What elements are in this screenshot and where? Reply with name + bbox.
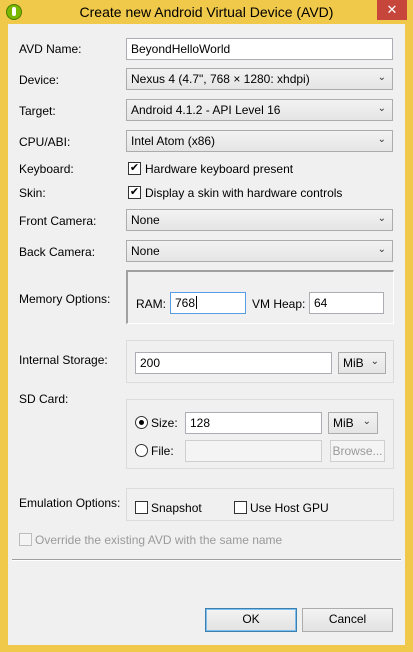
dialog-body: AVD Name: BeyondHelloWorld Device: Nexus… [8, 24, 405, 645]
internal-storage-unit-select[interactable]: MiB ⌄ [338, 352, 386, 374]
sd-file-input[interactable] [185, 440, 322, 462]
skin-checkbox-label[interactable]: Display a skin with hardware controls [145, 186, 342, 200]
skin-label: Skin: [19, 186, 46, 200]
override-label[interactable]: Override the existing AVD with the same … [35, 533, 282, 547]
chevron-down-icon: ⌄ [370, 356, 379, 367]
keyboard-checkbox[interactable]: ✔ [128, 162, 141, 175]
vm-heap-value: 64 [314, 296, 328, 310]
vm-heap-input[interactable]: 64 [309, 292, 384, 314]
snapshot-label[interactable]: Snapshot [151, 501, 202, 515]
front-camera-label: Front Camera: [19, 214, 97, 228]
close-button[interactable]: ✕ [377, 0, 407, 20]
chevron-down-icon: ⌄ [377, 103, 386, 114]
snapshot-checkbox[interactable] [135, 501, 148, 514]
sd-file-radio[interactable] [135, 444, 148, 457]
ok-button[interactable]: OK [205, 608, 297, 632]
cpu-abi-label: CPU/ABI: [19, 135, 71, 149]
front-camera-value: None [131, 213, 160, 227]
chevron-down-icon: ⌄ [377, 213, 386, 224]
sd-size-value: 128 [190, 416, 211, 430]
ram-value: 768 [175, 296, 196, 310]
sd-file-label[interactable]: File: [151, 444, 174, 458]
divider [12, 559, 401, 561]
front-camera-select[interactable]: None ⌄ [126, 209, 393, 231]
sd-size-radio[interactable] [135, 416, 148, 429]
sd-size-label[interactable]: Size: [151, 416, 178, 430]
close-icon: ✕ [386, 2, 398, 17]
override-checkbox[interactable] [19, 533, 32, 546]
sd-size-unit-select[interactable]: MiB ⌄ [328, 412, 378, 434]
internal-storage-value: 200 [140, 356, 161, 370]
check-icon: ✔ [129, 186, 140, 198]
dialog-window: Create new Android Virtual Device (AVD) … [0, 0, 413, 652]
vm-heap-label: VM Heap: [252, 297, 306, 311]
ram-input[interactable]: 768 [170, 292, 246, 314]
window-title: Create new Android Virtual Device (AVD) [79, 4, 334, 20]
text-caret [196, 296, 198, 309]
avd-name-input[interactable]: BeyondHelloWorld [126, 38, 393, 60]
cancel-button[interactable]: Cancel [302, 608, 393, 632]
internal-storage-label: Internal Storage: [19, 353, 108, 367]
host-gpu-checkbox[interactable] [234, 501, 247, 514]
keyboard-label: Keyboard: [19, 162, 74, 176]
back-camera-value: None [131, 244, 160, 258]
device-value: Nexus 4 (4.7", 768 × 1280: xhdpi) [131, 72, 310, 86]
cpu-abi-value: Intel Atom (x86) [131, 134, 216, 148]
back-camera-select[interactable]: None ⌄ [126, 240, 393, 262]
check-icon: ✔ [129, 162, 140, 174]
avd-name-label: AVD Name: [19, 42, 82, 56]
sd-size-input[interactable]: 128 [185, 412, 322, 434]
device-select[interactable]: Nexus 4 (4.7", 768 × 1280: xhdpi) ⌄ [126, 68, 393, 90]
chevron-down-icon: ⌄ [377, 134, 386, 145]
skin-checkbox[interactable]: ✔ [128, 186, 141, 199]
internal-storage-unit-value: MiB [343, 356, 364, 370]
chevron-down-icon: ⌄ [377, 72, 386, 83]
memory-options-label: Memory Options: [19, 292, 111, 306]
sd-card-label: SD Card: [19, 392, 69, 406]
keyboard-checkbox-label[interactable]: Hardware keyboard present [145, 162, 293, 176]
internal-storage-input[interactable]: 200 [135, 352, 332, 374]
chevron-down-icon: ⌄ [362, 416, 371, 427]
target-label: Target: [19, 104, 56, 118]
target-value: Android 4.1.2 - API Level 16 [131, 103, 281, 117]
chevron-down-icon: ⌄ [377, 244, 386, 255]
device-label: Device: [19, 73, 60, 87]
sd-size-unit-value: MiB [333, 416, 354, 430]
cpu-abi-select[interactable]: Intel Atom (x86) ⌄ [126, 130, 393, 152]
target-select[interactable]: Android 4.1.2 - API Level 16 ⌄ [126, 99, 393, 121]
avd-name-value: BeyondHelloWorld [131, 42, 231, 56]
back-camera-label: Back Camera: [19, 245, 96, 259]
ram-label: RAM: [136, 297, 166, 311]
browse-button[interactable]: Browse... [330, 440, 385, 462]
title-bar[interactable]: Create new Android Virtual Device (AVD) … [0, 0, 413, 24]
emulation-options-label: Emulation Options: [19, 496, 121, 510]
host-gpu-label[interactable]: Use Host GPU [250, 501, 329, 515]
